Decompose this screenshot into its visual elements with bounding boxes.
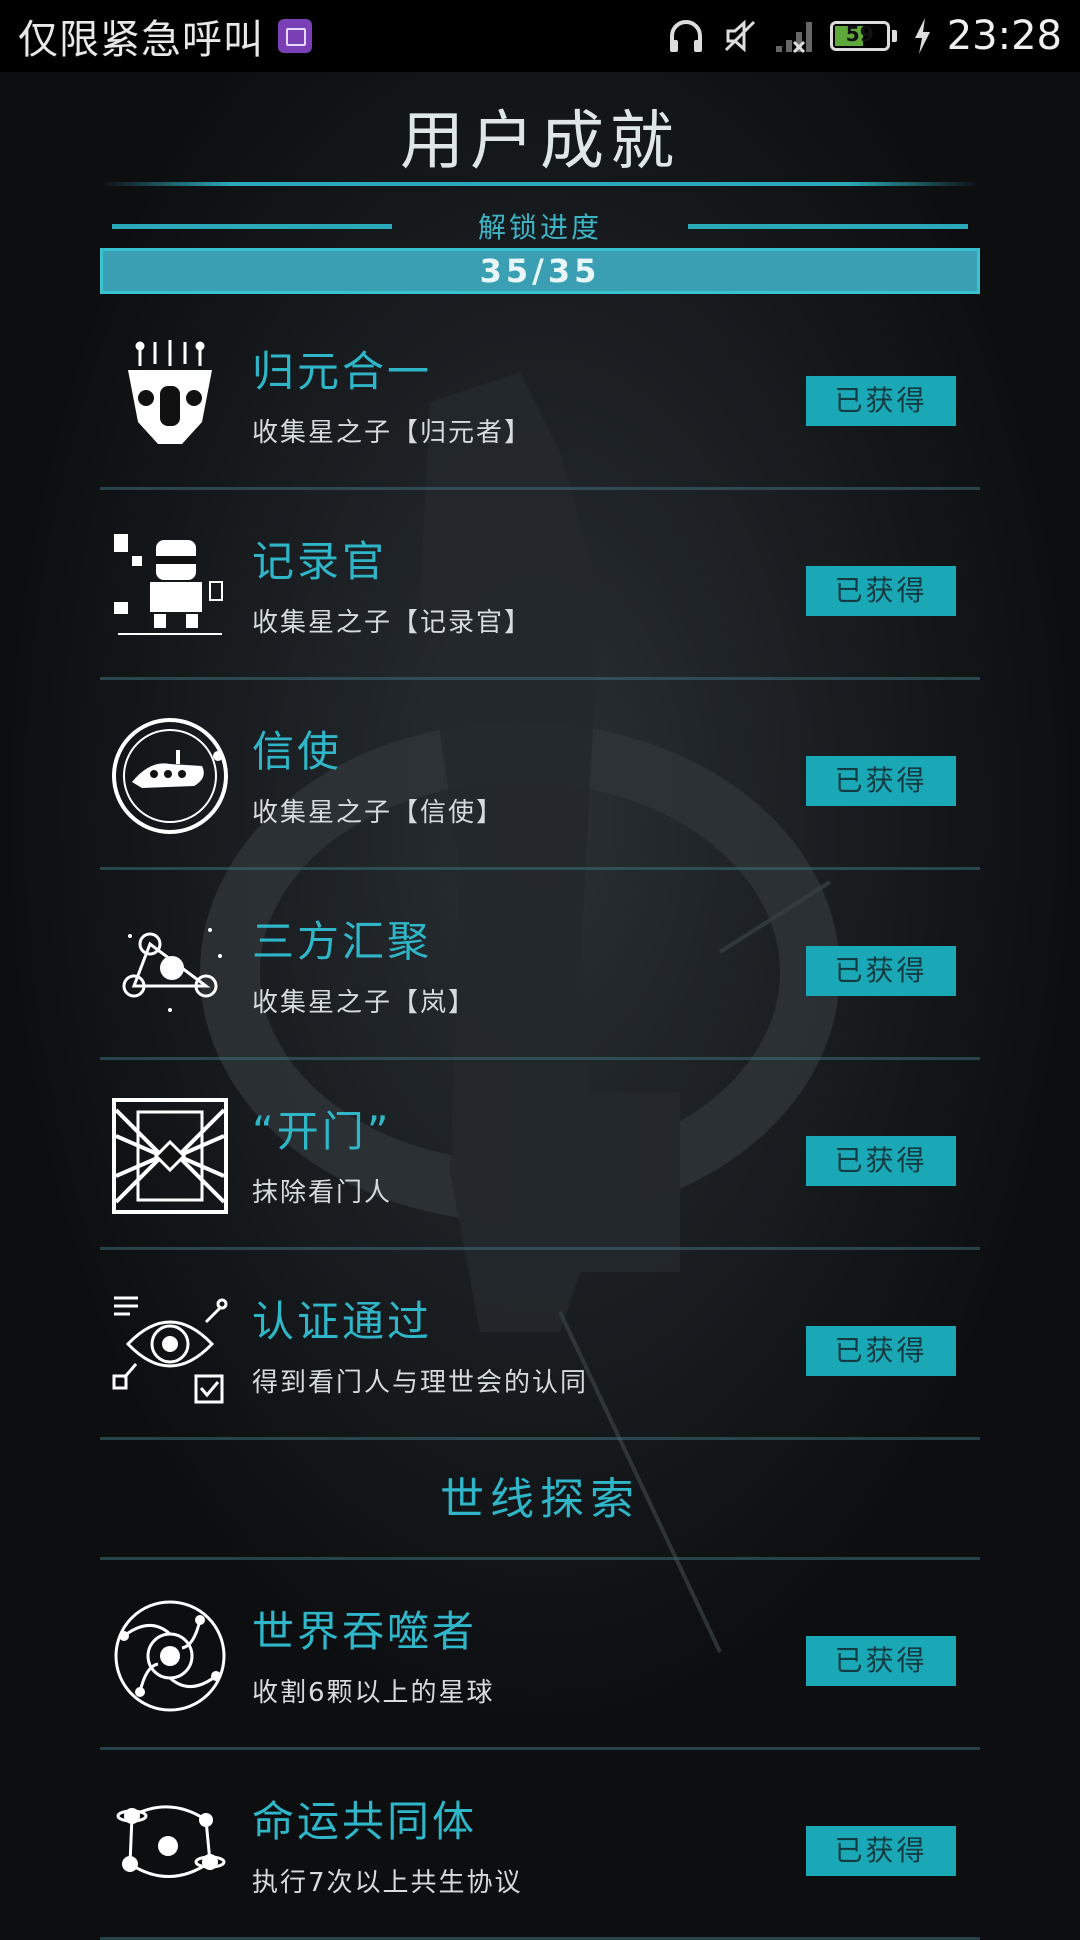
achievement-desc: 收集星之子【记录官】 <box>252 608 533 638</box>
achievement-name: 三方汇聚 <box>252 917 433 966</box>
achievement-desc: 抹除看门人 <box>252 1178 393 1208</box>
achievement-desc: 收集星之子【信使】 <box>252 798 505 828</box>
page-title: 用户成就 <box>400 105 680 179</box>
achievement-name: 世界吞噬者 <box>252 1607 478 1656</box>
achievement-item[interactable]: 归元合一 收集星之子【归元者】 已获得 <box>100 300 980 490</box>
achievement-item[interactable]: 世界吞噬者 收割6颗以上的星球 已获得 <box>100 1560 980 1750</box>
achievement-desc: 收集星之子【岚】 <box>252 988 477 1018</box>
achievement-list: 归元合一 收集星之子【归元者】 已获得 记录官 收集星之子【记录官】 已获得 信… <box>100 300 980 1940</box>
achievement-name: 信使 <box>252 727 343 776</box>
gate-icon <box>112 1098 228 1214</box>
orbit-icon <box>114 1600 226 1712</box>
courier-icon <box>112 718 228 834</box>
status-badge: 已获得 <box>806 1326 956 1376</box>
mute-icon <box>724 19 755 53</box>
achievement-name: 归元合一 <box>252 347 433 396</box>
status-badge: 已获得 <box>806 566 956 616</box>
achievement-item[interactable]: 认证通过 得到看门人与理世会的认同 已获得 <box>100 1250 980 1440</box>
status-badge: 已获得 <box>806 1826 956 1876</box>
status-badge: 已获得 <box>806 756 956 806</box>
status-badge: 已获得 <box>806 946 956 996</box>
status-badge: 已获得 <box>806 1136 956 1186</box>
progress-text: 35/35 <box>479 252 601 290</box>
unlock-progress: 解锁进度 35/35 <box>100 206 980 296</box>
planets-icon <box>116 1805 226 1878</box>
achievement-desc: 得到看门人与理世会的认同 <box>252 1368 589 1398</box>
triad-icon <box>122 928 222 1012</box>
headphones-icon <box>669 20 702 52</box>
achievement-desc: 收割6颗以上的星球 <box>252 1678 495 1708</box>
achievement-item[interactable]: 命运共同体 执行7次以上共生协议 已获得 <box>100 1750 980 1940</box>
achievement-item[interactable]: “开门” 抹除看门人 已获得 <box>100 1060 980 1250</box>
achievement-desc: 执行7次以上共生协议 <box>252 1868 523 1898</box>
carrier-text: 仅限紧急呼叫 <box>18 17 264 63</box>
achievement-name: 命运共同体 <box>252 1797 478 1846</box>
achievement-item[interactable]: 记录官 收集星之子【记录官】 已获得 <box>100 490 980 680</box>
charging-icon <box>914 18 930 54</box>
battery-level: 59 <box>845 22 874 46</box>
status-badge: 已获得 <box>806 376 956 426</box>
mask-icon <box>128 340 212 444</box>
gallery-icon <box>278 19 312 53</box>
battery-nub <box>891 30 897 42</box>
achievement-name: 认证通过 <box>252 1297 433 1346</box>
robot-icon <box>114 534 223 635</box>
achievement-item[interactable]: 三方汇聚 收集星之子【岚】 已获得 <box>100 870 980 1060</box>
eye-icon <box>112 1296 228 1404</box>
status-badge: 已获得 <box>806 1636 956 1686</box>
achievement-desc: 收集星之子【归元者】 <box>252 418 533 448</box>
progress-bar: 35/35 <box>100 248 980 294</box>
clock: 23:28 <box>946 13 1062 59</box>
achievement-name: “开门” <box>252 1107 392 1156</box>
progress-label: 解锁进度 <box>477 211 602 244</box>
title-divider <box>100 182 980 186</box>
battery-icon: 59 <box>829 21 890 51</box>
status-bar: 仅限紧急呼叫 59 23:28 <box>0 0 1080 72</box>
achievement-name: 记录官 <box>252 537 388 586</box>
achievement-item[interactable]: 信使 收集星之子【信使】 已获得 <box>100 680 980 870</box>
section-title: 世线探索 <box>100 1440 980 1560</box>
signal-icon <box>775 22 812 54</box>
